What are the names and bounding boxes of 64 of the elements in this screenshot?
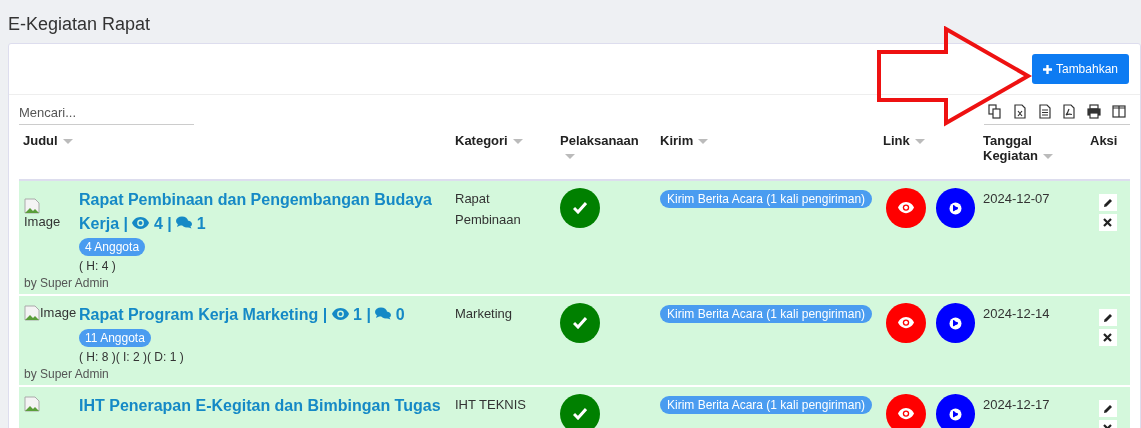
category-text: IHT TEKNIS	[454, 396, 528, 414]
sort-icon	[698, 139, 709, 145]
comments-icon	[176, 216, 193, 229]
globe-button[interactable]	[935, 303, 975, 343]
view-button[interactable]	[886, 394, 926, 428]
eye-icon	[331, 308, 349, 320]
comments-icon	[375, 307, 392, 320]
sort-icon	[1042, 154, 1053, 160]
column-header[interactable]: Link	[879, 133, 979, 179]
edit-button[interactable]	[1098, 309, 1117, 326]
column-header[interactable]: Pelaksanaan	[556, 133, 656, 179]
broken-image-icon	[24, 396, 40, 412]
delete-button[interactable]	[1098, 329, 1117, 346]
date-text: 2024-12-14	[982, 305, 1051, 323]
attendance-count: ( D: 1 )	[147, 350, 184, 364]
plus-icon	[1042, 64, 1052, 74]
sort-icon	[62, 139, 73, 145]
edit-button[interactable]	[1098, 400, 1117, 417]
excel-file-icon[interactable]	[1012, 104, 1027, 119]
date-text: 2024-12-07	[982, 190, 1051, 208]
pencil-icon	[1102, 403, 1113, 414]
date-text: 2024-12-17	[982, 396, 1051, 414]
attendance-count: ( H: 8 )	[79, 350, 116, 364]
view-button[interactable]	[886, 303, 926, 343]
author-text: by Super Admin	[23, 275, 110, 290]
sort-icon	[512, 139, 523, 145]
pencil-icon	[1102, 197, 1113, 208]
image-alt-text: Image	[24, 214, 61, 229]
column-header[interactable]: Judul	[19, 133, 451, 179]
attendance-count: ( H: 4 )	[79, 259, 116, 273]
copy-icon[interactable]	[988, 104, 1002, 119]
column-header[interactable]: Tanggal Kegiatan	[979, 133, 1074, 179]
category-text: Rapat Pembinaan	[454, 190, 522, 229]
category-text: Marketing	[454, 305, 514, 323]
pdf-file-icon[interactable]	[1062, 104, 1077, 119]
author-text: by Super Admin	[23, 366, 110, 381]
add-button[interactable]: Tambahkan	[1031, 54, 1129, 84]
eye-icon	[897, 317, 914, 329]
edit-button[interactable]	[1098, 194, 1117, 211]
broken-image-icon	[24, 198, 40, 214]
close-icon	[1103, 333, 1112, 342]
page-title: E-Kegiatan Rapat	[8, 14, 152, 35]
globe-button[interactable]	[935, 188, 975, 228]
column-header[interactable]: Kategori	[451, 133, 556, 179]
members-badge: 4 Anggota	[79, 238, 146, 256]
columns-icon[interactable]	[1112, 104, 1126, 119]
eye-icon	[897, 202, 914, 214]
attendance-count: ( I: 2 )	[115, 350, 147, 364]
column-header[interactable]: Kirim	[656, 133, 879, 179]
broken-image-icon	[24, 305, 40, 321]
delete-button[interactable]	[1098, 214, 1117, 231]
members-badge: 11 Anggota	[79, 329, 151, 347]
image-alt-text: Image	[40, 305, 77, 320]
column-header[interactable]: Aksi	[1086, 133, 1129, 179]
sort-icon	[565, 154, 575, 160]
print-icon[interactable]	[1087, 104, 1102, 119]
close-icon	[1103, 218, 1112, 227]
view-button[interactable]	[886, 188, 926, 228]
eye-icon	[897, 408, 914, 420]
pencil-icon	[1102, 312, 1113, 323]
globe-button[interactable]	[935, 394, 975, 428]
text-file-icon[interactable]	[1037, 104, 1052, 119]
sort-icon	[914, 139, 925, 145]
eye-icon	[132, 217, 150, 229]
